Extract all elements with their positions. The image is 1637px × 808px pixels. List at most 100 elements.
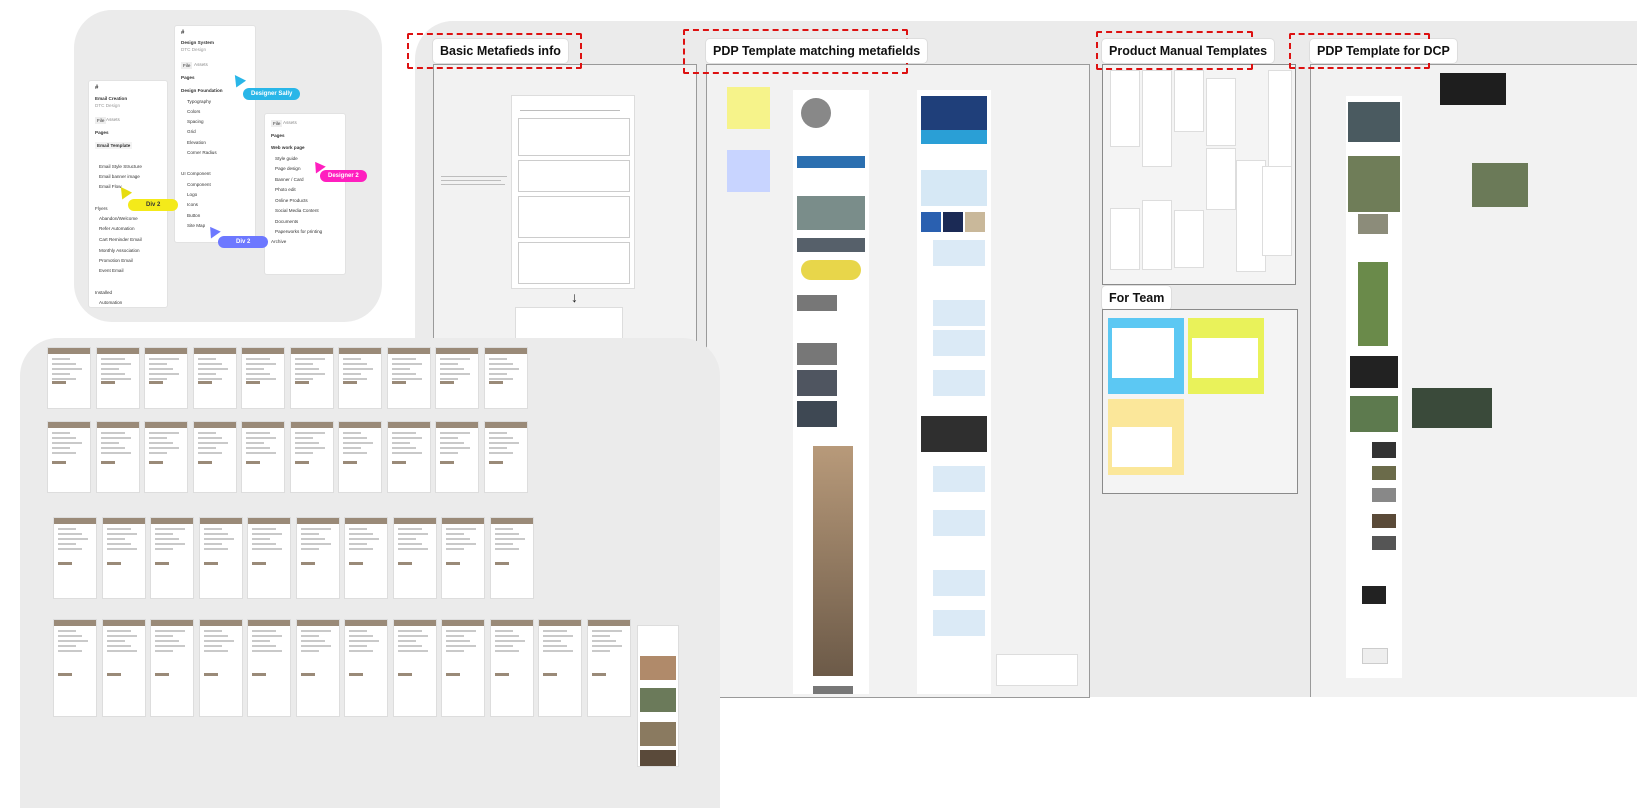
spec-table <box>996 654 1078 686</box>
email-template-thumbnail[interactable] <box>54 620 96 716</box>
email-template-thumbnail[interactable] <box>339 348 381 408</box>
page-item[interactable]: Online Products <box>275 198 308 203</box>
email-template-thumbnail[interactable] <box>484 422 527 492</box>
page-item[interactable]: Paperworks for printing <box>275 229 322 234</box>
page-item[interactable]: Component <box>187 182 211 187</box>
page-item[interactable]: Promotion Email <box>99 258 133 263</box>
email-template-thumbnail[interactable] <box>102 620 145 716</box>
email-template-thumbnail[interactable] <box>296 518 339 598</box>
email-template-thumbnail[interactable] <box>151 620 193 716</box>
email-template-thumbnail[interactable] <box>48 422 90 492</box>
email-template-thumbnail[interactable] <box>339 422 381 492</box>
email-template-thumbnail[interactable] <box>539 620 581 716</box>
section-label: Flyers <box>95 206 108 211</box>
email-template-thumbnail[interactable] <box>442 518 484 598</box>
page-item[interactable]: Email Style Structure <box>99 164 142 169</box>
email-template-thumbnail[interactable] <box>436 348 478 408</box>
archive-item[interactable]: Archive <box>271 239 286 244</box>
group-label[interactable]: Design Foundation <box>181 88 223 93</box>
group-label[interactable]: Web work page <box>271 145 305 150</box>
tab-assets[interactable]: Assets <box>283 120 297 125</box>
page-item[interactable]: Button <box>187 213 200 218</box>
email-template-thumbnail[interactable] <box>393 620 436 716</box>
email-template-thumbnail[interactable] <box>96 422 139 492</box>
page-item[interactable]: Documents <box>275 219 298 224</box>
email-template-thumbnail[interactable] <box>290 348 333 408</box>
metafields-description <box>441 176 507 190</box>
email-template-thumbnail[interactable] <box>151 518 193 598</box>
page-item[interactable]: Social Media Content <box>275 208 319 213</box>
email-template-thumbnail[interactable] <box>248 620 290 716</box>
email-template-thumbnail[interactable] <box>345 518 387 598</box>
page-item[interactable]: Icons <box>187 202 198 207</box>
page-item[interactable]: Logo <box>187 192 197 197</box>
design-system-panel: # Design System DTC Design File Assets P… <box>174 25 256 243</box>
tab-file[interactable]: File <box>271 120 283 127</box>
page-item[interactable]: Automation <box>99 300 122 305</box>
section-label-product-manual[interactable]: Product Manual Templates <box>1102 39 1275 63</box>
arrow-down-icon: ↓ <box>571 289 578 305</box>
page-item[interactable]: Elevation <box>187 140 206 145</box>
email-template-thumbnail[interactable] <box>490 620 533 716</box>
page-item[interactable]: Spacing <box>187 119 204 124</box>
page-item[interactable]: Page design <box>275 166 301 171</box>
group-label[interactable]: UI Component <box>181 171 211 176</box>
email-template-thumbnail[interactable] <box>490 518 533 598</box>
email-template-thumbnail[interactable] <box>484 348 527 408</box>
tab-file[interactable]: File <box>181 62 193 69</box>
page-item[interactable]: Refer Automation <box>99 226 135 231</box>
figma-logo-icon[interactable]: # <box>95 85 98 91</box>
email-template-thumbnail[interactable] <box>145 348 187 408</box>
email-template-thumbnail[interactable] <box>296 620 339 716</box>
email-template-thumbnail[interactable] <box>193 348 236 408</box>
file-title: Design System <box>181 40 214 45</box>
page-item[interactable]: Event Email <box>99 268 124 273</box>
page-item[interactable]: Style guide <box>275 156 298 161</box>
page-item[interactable]: Abandon/Welcome <box>99 216 138 221</box>
email-template-thumbnail[interactable] <box>193 422 236 492</box>
email-template-thumbnail[interactable] <box>96 348 139 408</box>
page-item[interactable]: Photo edit <box>275 187 296 192</box>
section-label-basic-metafields[interactable]: Basic Metafieds info <box>433 39 568 63</box>
email-template-thumbnail[interactable] <box>248 518 290 598</box>
email-template-thumbnail[interactable] <box>145 422 187 492</box>
email-template-thumbnail[interactable] <box>199 620 242 716</box>
email-template-thumbnail[interactable] <box>102 518 145 598</box>
figma-logo-icon[interactable]: # <box>181 30 184 36</box>
page-item[interactable]: Grid <box>187 129 196 134</box>
section-label: Installed <box>95 290 113 295</box>
section-label-pdp-dcp[interactable]: PDP Template for DCP <box>1310 39 1457 63</box>
email-template-thumbnail[interactable] <box>387 348 430 408</box>
current-page[interactable]: Email Template <box>95 142 133 149</box>
email-template-thumbnail[interactable] <box>290 422 333 492</box>
sticky-yellow <box>1188 318 1264 394</box>
dcp-photo <box>1412 388 1492 428</box>
tab-assets[interactable]: Assets <box>194 62 208 67</box>
page-item[interactable]: Site Map <box>187 223 205 228</box>
page-item[interactable]: Corner Radius <box>187 150 217 155</box>
email-template-thumbnail[interactable] <box>48 348 90 408</box>
email-template-thumbnail[interactable] <box>242 422 284 492</box>
email-template-thumbnail[interactable] <box>587 620 630 716</box>
page-item[interactable]: Banner / Card <box>275 177 304 182</box>
email-template-thumbnail[interactable] <box>436 422 478 492</box>
cursor-tag-div2-blue: Div 2 <box>218 236 269 248</box>
page-item[interactable]: Cart Reminder Email <box>99 237 142 242</box>
email-template-thumbnail[interactable] <box>345 620 387 716</box>
email-template-thumbnail[interactable] <box>54 518 96 598</box>
page-item[interactable]: Email banner image <box>99 174 140 179</box>
email-template-thumbnail[interactable] <box>442 620 484 716</box>
section-label-pdp-matching[interactable]: PDP Template matching metafields <box>706 39 928 63</box>
email-template-thumbnail[interactable] <box>387 422 430 492</box>
for-team-label[interactable]: For Team <box>1102 286 1172 310</box>
page-item[interactable]: Monthly Association <box>99 248 140 253</box>
tab-file[interactable]: File <box>95 117 107 124</box>
email-template-thumbnail[interactable] <box>393 518 436 598</box>
email-template-thumbnail[interactable] <box>242 348 284 408</box>
tab-assets[interactable]: Assets <box>106 117 120 122</box>
page-item[interactable]: Colors <box>187 109 200 114</box>
page-item[interactable]: Typography <box>187 99 211 104</box>
landing-page-thumbnail[interactable] <box>638 626 678 766</box>
sticky-note <box>727 150 770 192</box>
email-template-thumbnail[interactable] <box>199 518 242 598</box>
